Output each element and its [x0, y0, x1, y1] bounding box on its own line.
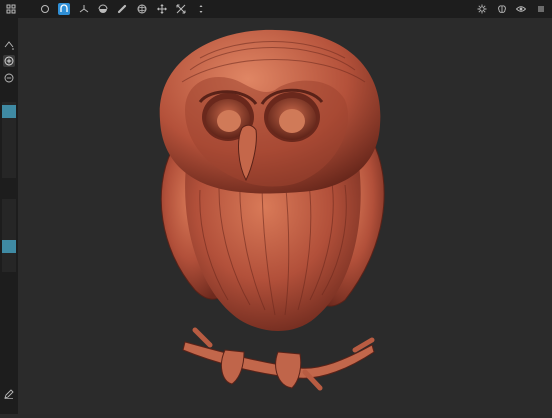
eye-icon[interactable]	[515, 3, 527, 15]
settings-icon[interactable]	[535, 3, 547, 15]
subtract-icon[interactable]	[3, 72, 15, 84]
size-slider[interactable]	[2, 102, 16, 178]
add-icon[interactable]	[3, 55, 15, 67]
brain-icon[interactable]	[496, 3, 508, 15]
left-sidebar	[0, 18, 18, 414]
curve-icon[interactable]	[78, 3, 90, 15]
sphere-icon[interactable]	[136, 3, 148, 15]
move-icon[interactable]	[156, 3, 168, 15]
top-toolbar	[0, 0, 552, 18]
gallery-icon[interactable]	[5, 3, 17, 15]
pen-icon[interactable]	[3, 388, 15, 400]
size-slider-thumb[interactable]	[2, 105, 16, 118]
owl-sculpture	[159, 29, 385, 391]
sun-icon[interactable]	[476, 3, 488, 15]
more-icon[interactable]	[195, 3, 207, 15]
sculpt-viewport[interactable]	[18, 18, 552, 414]
transform-icon[interactable]	[175, 3, 187, 15]
measure-icon[interactable]	[116, 3, 128, 15]
mask-icon[interactable]	[97, 3, 109, 15]
brush-icon[interactable]	[58, 3, 70, 15]
intensity-slider[interactable]	[2, 199, 16, 272]
scene-icon[interactable]	[39, 3, 51, 15]
intensity-slider-thumb[interactable]	[2, 240, 16, 253]
stroke-icon[interactable]	[3, 39, 15, 51]
